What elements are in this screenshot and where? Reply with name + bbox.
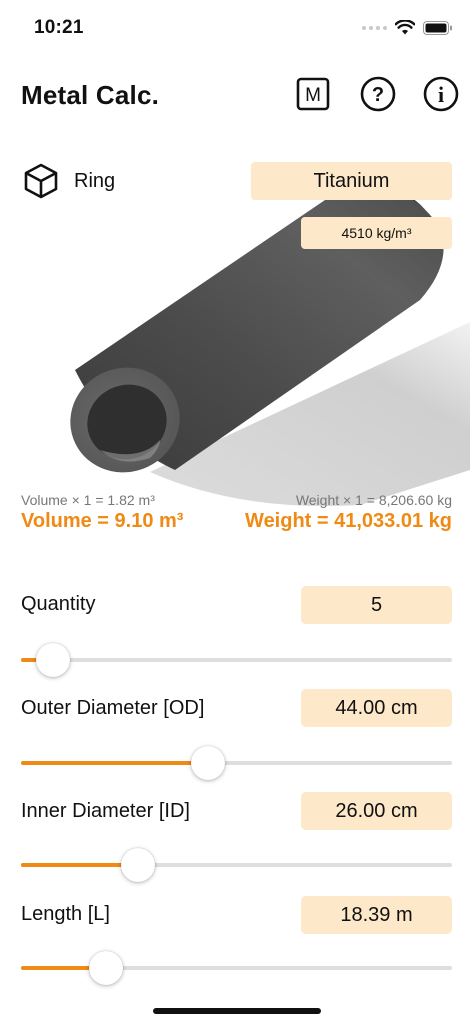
volume-total: Volume = 9.10 m³: [21, 510, 184, 532]
outer-diameter-label: Outer Diameter [OD]: [21, 697, 205, 719]
cube-icon: [24, 163, 58, 199]
slider-fill: [21, 761, 209, 765]
nav-bar: Metal Calc. M ? i: [0, 70, 473, 120]
density-value: 4510 kg/m³: [301, 217, 452, 249]
svg-text:M: M: [305, 85, 321, 106]
length-slider[interactable]: [21, 948, 452, 988]
quantity-label: Quantity: [21, 593, 96, 615]
slider-thumb[interactable]: [36, 643, 71, 677]
signal-icon: [362, 25, 387, 30]
slider-thumb[interactable]: [191, 746, 226, 780]
ring-3d-render: [70, 188, 470, 507]
weight-total: Weight = 41,033.01 kg: [245, 510, 452, 532]
m-box-icon: M: [296, 77, 330, 111]
svg-text:i: i: [438, 82, 444, 107]
inner-diameter-label: Inner Diameter [ID]: [21, 800, 190, 822]
length-label: Length [L]: [21, 903, 110, 925]
slider-track: [21, 658, 452, 662]
outer-diameter-field[interactable]: 44.00 cm: [301, 689, 452, 727]
outer-diameter-slider[interactable]: [21, 743, 452, 783]
wifi-icon: [395, 20, 415, 35]
weight-per-item: Weight × 1 = 8,206.60 kg: [295, 492, 452, 508]
volume-per-item: Volume × 1 = 1.82 m³: [21, 492, 155, 508]
quantity-field[interactable]: 5: [301, 586, 452, 624]
metric-button[interactable]: M: [295, 76, 331, 112]
slider-thumb[interactable]: [88, 951, 123, 985]
app-title: Metal Calc.: [21, 80, 160, 110]
status-bar: 10:21: [0, 0, 473, 56]
help-button[interactable]: ?: [360, 76, 396, 112]
inner-diameter-field[interactable]: 26.00 cm: [301, 792, 452, 830]
quantity-slider[interactable]: [21, 640, 452, 680]
info-button[interactable]: i: [423, 76, 459, 112]
battery-icon: [423, 20, 452, 35]
home-indicator[interactable]: [153, 1008, 321, 1014]
question-circle-icon: ?: [360, 76, 396, 112]
slider-thumb[interactable]: [121, 848, 156, 882]
inner-diameter-slider[interactable]: [21, 845, 452, 885]
shape-selector[interactable]: Ring: [22, 162, 115, 200]
length-field[interactable]: 18.39 m: [301, 896, 452, 934]
status-icons: [362, 20, 453, 35]
material-selector[interactable]: Titanium: [251, 162, 452, 200]
shape-label: Ring: [74, 169, 116, 192]
svg-text:?: ?: [372, 84, 384, 106]
status-time: 10:21: [34, 17, 84, 38]
info-circle-icon: i: [423, 76, 459, 112]
